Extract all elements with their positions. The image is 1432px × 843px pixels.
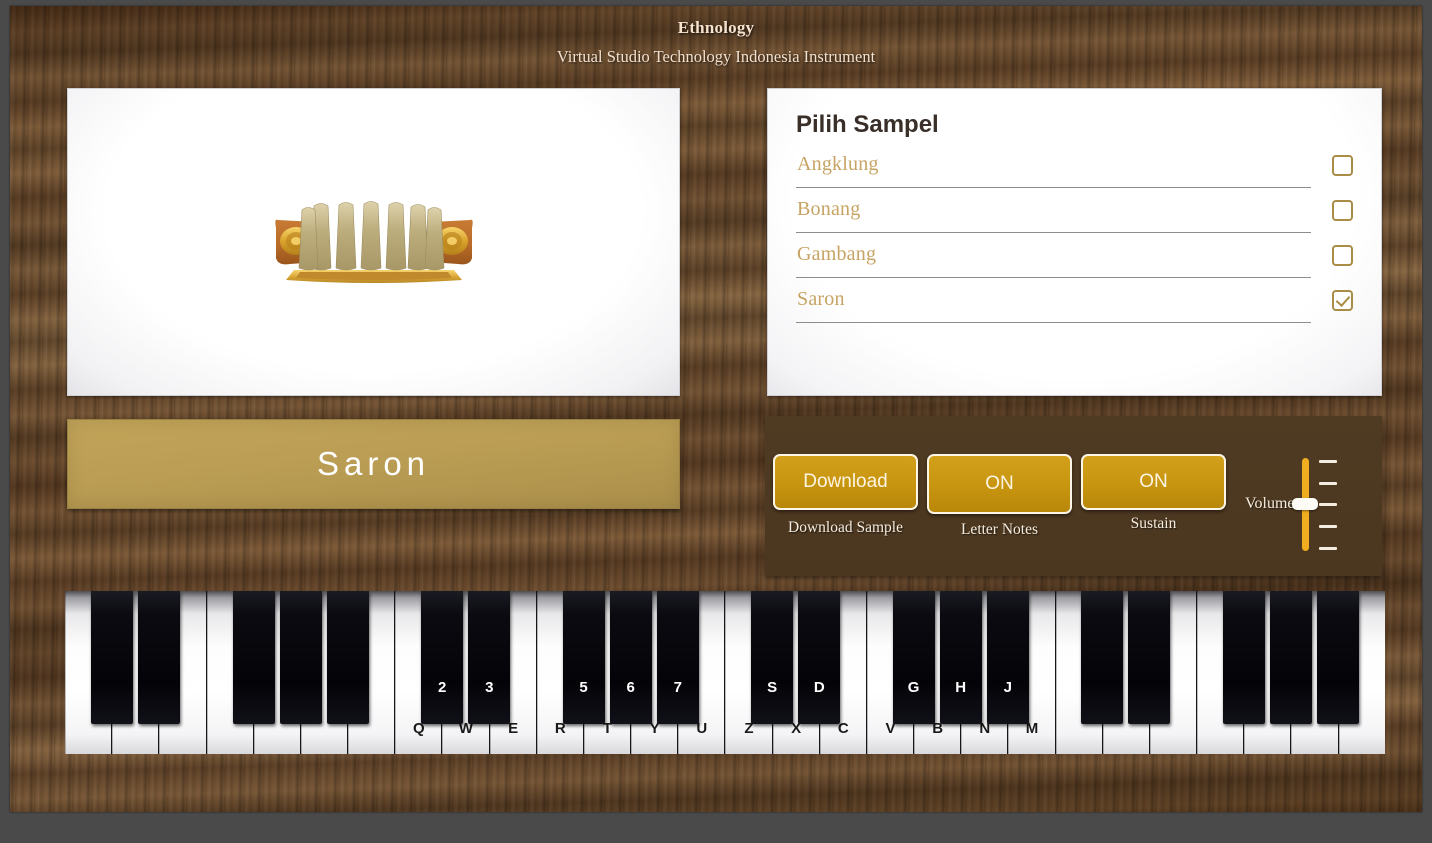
volume-control: Volume xyxy=(1245,454,1341,554)
letter-notes-caption: Letter Notes xyxy=(960,521,1039,538)
letter-notes-control: ON Letter Notes xyxy=(927,454,1072,539)
volume-slider[interactable] xyxy=(1292,457,1319,551)
black-key[interactable]: 6 xyxy=(609,591,652,724)
volume-slider-thumb[interactable] xyxy=(1292,497,1319,510)
black-key[interactable]: 7 xyxy=(656,591,699,724)
black-key[interactable]: S xyxy=(751,591,794,724)
controls-button-group: Download Download Sample ON Letter Notes… xyxy=(773,454,1235,539)
instrument-name-bar: Saron xyxy=(67,419,680,509)
black-key[interactable] xyxy=(232,591,275,724)
black-key[interactable] xyxy=(138,591,181,724)
black-key[interactable]: G xyxy=(892,591,935,724)
black-key-label: D xyxy=(813,679,825,696)
app-subtitle: Virtual Studio Technology Indonesia Inst… xyxy=(556,47,876,66)
saron-instrument-image xyxy=(274,201,473,283)
letter-notes-toggle[interactable]: ON xyxy=(927,454,1072,514)
sample-row-bonang[interactable]: Bonang xyxy=(796,188,1353,233)
black-key-label: 5 xyxy=(579,679,588,696)
volume-tick-marks xyxy=(1319,458,1341,551)
sustain-control: ON Sustain xyxy=(1081,454,1226,533)
black-key[interactable] xyxy=(1316,591,1359,724)
sustain-caption: Sustain xyxy=(1130,515,1177,532)
panel-title: Pilih Sampel xyxy=(796,111,939,138)
download-button[interactable]: Download xyxy=(773,454,918,510)
black-key[interactable]: 3 xyxy=(468,591,511,724)
piano-keyboard[interactable]: QWERTYUZXCVBNM 23567SDGHJ xyxy=(65,591,1385,754)
black-key-label: 6 xyxy=(626,679,635,696)
sample-checkbox-bonang[interactable] xyxy=(1332,200,1353,221)
sustain-toggle[interactable]: ON xyxy=(1081,454,1226,510)
black-key-label: G xyxy=(907,679,920,696)
black-key-label: 7 xyxy=(673,679,683,696)
sample-name: Saron xyxy=(796,279,1311,323)
app-header: Ethnology Virtual Studio Technology Indo… xyxy=(10,18,1422,67)
sample-name: Angklung xyxy=(796,144,1311,188)
instrument-name: Saron xyxy=(316,445,431,482)
black-key[interactable]: 5 xyxy=(562,591,605,724)
black-key[interactable] xyxy=(1269,591,1312,724)
sample-select-panel: Pilih Sampel Angklung Bonang Gambang Sar… xyxy=(767,88,1382,396)
sample-checkbox-angklung[interactable] xyxy=(1332,155,1353,176)
black-key[interactable]: H xyxy=(939,591,982,724)
black-key[interactable] xyxy=(1128,591,1171,724)
black-key-label: H xyxy=(955,679,967,696)
black-key-label: S xyxy=(767,679,778,696)
app-window: Ethnology Virtual Studio Technology Indo… xyxy=(10,6,1422,812)
black-key[interactable]: 2 xyxy=(421,591,464,724)
download-control: Download Download Sample xyxy=(773,454,918,537)
black-key-label: 3 xyxy=(485,679,494,696)
app-title: Ethnology xyxy=(677,18,755,37)
sample-checkbox-gambang[interactable] xyxy=(1332,245,1353,266)
black-key[interactable] xyxy=(1081,591,1124,724)
black-key[interactable] xyxy=(326,591,369,724)
download-caption: Download Sample xyxy=(788,519,903,536)
sample-name: Bonang xyxy=(796,189,1311,233)
black-key[interactable] xyxy=(279,591,322,724)
sample-row-saron[interactable]: Saron xyxy=(796,278,1353,323)
sample-name: Gambang xyxy=(796,234,1311,278)
black-key[interactable] xyxy=(91,591,134,724)
black-key-label: 2 xyxy=(437,679,447,696)
black-key[interactable]: D xyxy=(798,591,841,724)
black-key[interactable]: J xyxy=(986,591,1029,724)
sample-checkbox-saron[interactable] xyxy=(1332,290,1353,311)
volume-label: Volume xyxy=(1245,495,1295,512)
sample-row-gambang[interactable]: Gambang xyxy=(796,233,1353,278)
black-key-label: J xyxy=(1003,679,1013,696)
sample-row-angklung[interactable]: Angklung xyxy=(796,143,1353,188)
controls-panel: Download Download Sample ON Letter Notes… xyxy=(765,416,1382,576)
instrument-image-panel xyxy=(67,88,680,396)
black-key[interactable] xyxy=(1222,591,1265,724)
